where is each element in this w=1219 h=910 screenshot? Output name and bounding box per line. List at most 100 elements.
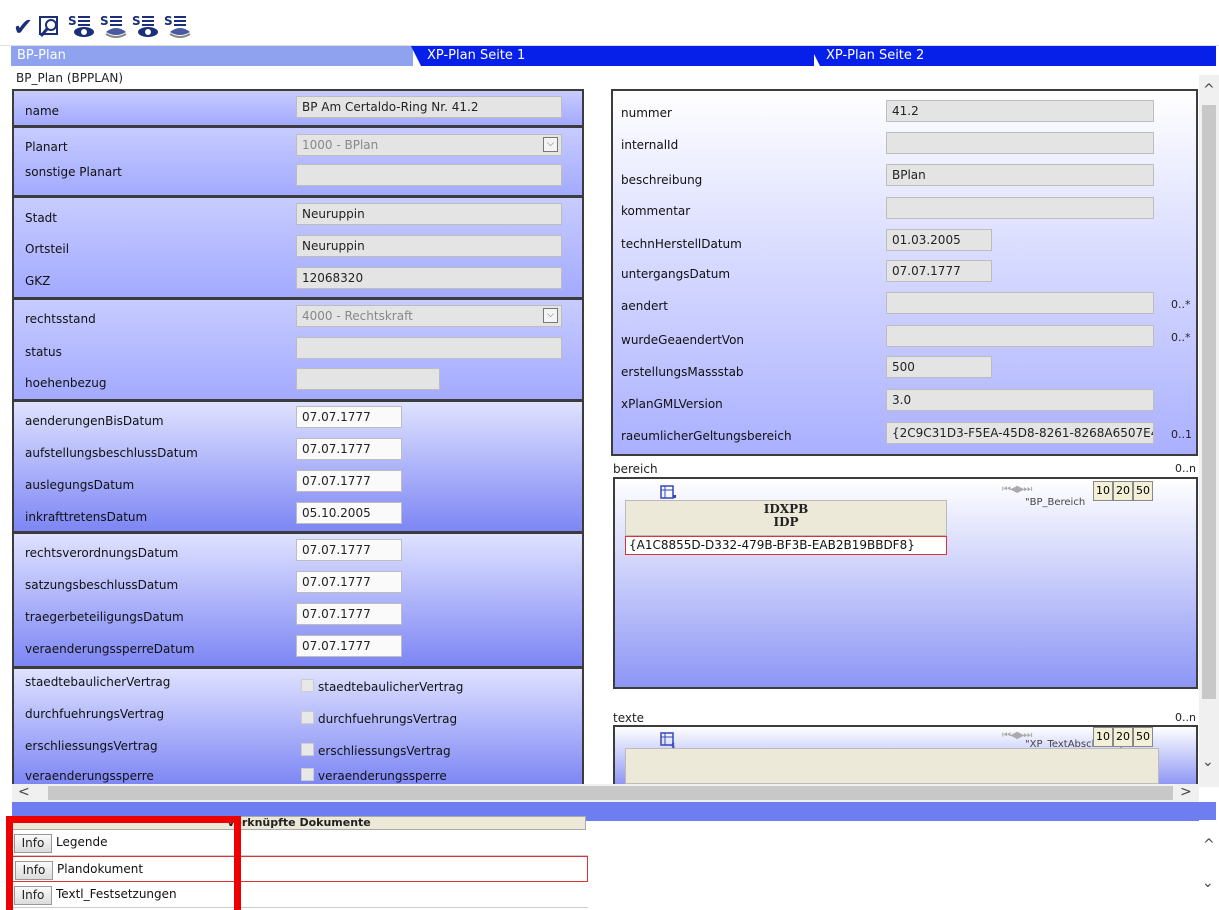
nummer-label: nummer — [621, 106, 672, 120]
toolbar: ✔ S S S S — [0, 0, 1219, 46]
texte-multiplicity: 0..n — [1175, 711, 1196, 724]
erschliessungs-vertrag-checkbox[interactable] — [301, 743, 314, 756]
techn-herstell-datum-field[interactable]: 01.03.2005 — [886, 229, 992, 251]
aenderungen-bis-datum-label: aenderungenBisDatum — [25, 414, 164, 428]
grid-header[interactable] — [625, 748, 1159, 784]
erschliessungs-vertrag-check-label: erschliessungsVertrag — [318, 744, 451, 758]
chevron-up-icon[interactable]: ^ — [1203, 838, 1215, 852]
auslegungs-datum-field[interactable]: 07.07.1777 — [296, 470, 402, 492]
kommentar-field[interactable] — [886, 197, 1154, 219]
sonstige-planart-field[interactable] — [296, 164, 562, 186]
group-xp-attributes: nummer 41.2 internalId beschreibung BPla… — [611, 89, 1198, 456]
internal-id-label: internalId — [621, 138, 679, 152]
internal-id-field[interactable] — [886, 132, 1154, 154]
page-size-10-button[interactable]: 10 — [1093, 727, 1113, 747]
scrollbar-thumb[interactable] — [48, 786, 1173, 800]
chevron-down-icon[interactable]: ⌵ — [543, 308, 558, 323]
bereich-panel: ⏮◀▶⏭ "BP_Bereich 10 20 50 IDXPB IDP {A1C… — [613, 477, 1198, 689]
app-window: ✔ S S S S BP-Plan XP-Plan Seite 1 XP-Pla… — [0, 0, 1219, 910]
grid-header[interactable]: IDXPB IDP — [625, 500, 947, 536]
raeumlicher-geltungsbereich-field[interactable]: {2C9C31D3-F5EA-45D8-8261-8268A6507E4 — [886, 422, 1154, 444]
tab-corner — [411, 46, 421, 66]
gkz-label: GKZ — [25, 274, 51, 288]
wurde-geaendert-von-multiplicity: 0..* — [1171, 331, 1191, 344]
page-size-20-button[interactable]: 20 — [1113, 481, 1133, 501]
rechtsstand-label: rechtsstand — [25, 312, 96, 326]
staedtebaulicher-vertrag-checkbox[interactable] — [301, 679, 314, 692]
durchfuehrungs-vertrag-label: durchfuehrungsVertrag — [25, 707, 165, 721]
durchfuehrungs-vertrag-checkbox[interactable] — [301, 711, 314, 724]
sql-view-icon: S — [132, 14, 158, 37]
table-row[interactable]: {A1C8855D-D332-479B-BF3B-EAB2B19BBDF8} — [625, 536, 947, 555]
rechtsstand-value: 4000 - Rechtskraft — [302, 309, 413, 323]
gkz-field[interactable]: 12068320 — [296, 267, 562, 289]
sql-view-button-2[interactable]: S — [100, 14, 128, 40]
texte-label: texte — [613, 711, 645, 725]
sql-view-icon: S — [68, 14, 94, 37]
status-field[interactable] — [296, 337, 562, 359]
highlight-annotation-box — [6, 816, 241, 910]
save-check-button[interactable]: ✔ — [11, 14, 35, 40]
nummer-field[interactable]: 41.2 — [886, 100, 1154, 122]
scrollbar-thumb[interactable] — [1202, 105, 1216, 699]
veraenderungssperre-datum-field[interactable]: 07.07.1777 — [296, 635, 402, 657]
main-horizontal-scrollbar[interactable]: < > — [12, 784, 1199, 802]
sql-view-button-3[interactable]: S — [132, 14, 160, 40]
chevron-down-icon[interactable]: ⌵ — [543, 137, 558, 152]
traegerbeteiligungs-datum-label: traegerbeteiligungsDatum — [25, 610, 184, 624]
erstellungs-massstab-field[interactable]: 500 — [886, 356, 992, 378]
untergangs-datum-label: untergangsDatum — [621, 267, 731, 281]
chevron-down-icon[interactable]: ⌄ — [1202, 755, 1214, 769]
group-rechtsstand: rechtsstand 4000 - Rechtskraft ⌵ status … — [12, 298, 584, 401]
pager-nav-icon[interactable]: ⏮◀▶⏭ — [1002, 484, 1032, 495]
ortsteil-field[interactable]: Neuruppin — [296, 235, 562, 257]
chevron-down-icon[interactable]: ⌄ — [1202, 876, 1214, 890]
untergangs-datum-field[interactable]: 07.07.1777 — [886, 260, 992, 282]
aufstellungsbeschluss-datum-field[interactable]: 07.07.1777 — [296, 438, 402, 460]
raeumlicher-geltungsbereich-label: raeumlicherGeltungsbereich — [621, 429, 792, 443]
tab-bp-plan[interactable]: BP-Plan — [11, 46, 413, 66]
satzungsbeschluss-datum-field[interactable]: 07.07.1777 — [296, 571, 402, 593]
group-name: name BP Am Certaldo-Ring Nr. 41.2 — [12, 89, 584, 127]
rechtsverordnungs-datum-field[interactable]: 07.07.1777 — [296, 539, 402, 561]
sonstige-planart-label: sonstige Planart — [25, 165, 122, 179]
traegerbeteiligungs-datum-field[interactable]: 07.07.1777 — [296, 603, 402, 625]
svg-text:S: S — [164, 14, 173, 28]
stadt-field[interactable]: Neuruppin — [296, 203, 562, 225]
aendert-multiplicity: 0..* — [1171, 298, 1191, 311]
xplan-gml-version-field[interactable]: 3.0 — [886, 389, 1154, 411]
inkrafttretens-datum-field[interactable]: 05.10.2005 — [296, 502, 402, 524]
chevron-left-icon[interactable]: < — [18, 785, 30, 799]
beschreibung-field[interactable]: BPlan — [886, 164, 1154, 186]
rechtsstand-select[interactable]: 4000 - Rechtskraft ⌵ — [296, 305, 562, 327]
name-field[interactable]: BP Am Certaldo-Ring Nr. 41.2 — [296, 96, 562, 118]
planart-select[interactable]: 1000 - BPlan ⌵ — [296, 134, 562, 156]
page-size-50-button[interactable]: 50 — [1133, 727, 1153, 747]
hoehenbezug-label: hoehenbezug — [25, 376, 107, 390]
hoehenbezug-field[interactable] — [296, 368, 440, 390]
beschreibung-label: beschreibung — [621, 173, 703, 187]
group-verfahrensdaten-1: aenderungenBisDatum 07.07.1777 aufstellu… — [12, 400, 584, 533]
table-link-icon[interactable] — [659, 483, 677, 501]
veraenderungssperre-checkbox[interactable] — [301, 768, 314, 781]
tab-xp-plan-seite-2[interactable]: XP-Plan Seite 2 — [820, 46, 1216, 66]
page-size-50-button[interactable]: 50 — [1133, 481, 1153, 501]
chevron-up-icon[interactable]: ^ — [1203, 83, 1215, 97]
planart-label: Planart — [25, 140, 68, 154]
wurde-geaendert-von-field[interactable] — [886, 325, 1154, 347]
svg-text:S: S — [132, 14, 141, 28]
aendert-field[interactable] — [886, 292, 1154, 314]
aendert-label: aendert — [621, 299, 668, 313]
tab-xp-plan-seite-1[interactable]: XP-Plan Seite 1 — [421, 46, 814, 66]
sql-view-button-1[interactable]: S — [68, 14, 96, 40]
search-button[interactable] — [38, 14, 62, 40]
bereich-multiplicity: 0..n — [1175, 462, 1196, 475]
chevron-right-icon[interactable]: > — [1180, 785, 1192, 799]
page-size-20-button[interactable]: 20 — [1113, 727, 1133, 747]
group-vertraege: staedtebaulicherVertrag staedtebaulicher… — [12, 667, 584, 785]
page-size-10-button[interactable]: 10 — [1093, 481, 1113, 501]
aenderungen-bis-datum-field[interactable]: 07.07.1777 — [296, 406, 402, 428]
sql-view-button-4[interactable]: S — [164, 14, 192, 40]
main-vertical-scrollbar[interactable]: ^ ⌄ — [1199, 75, 1219, 787]
list-vertical-scrollbar[interactable]: ^ ⌄ — [1199, 820, 1219, 910]
